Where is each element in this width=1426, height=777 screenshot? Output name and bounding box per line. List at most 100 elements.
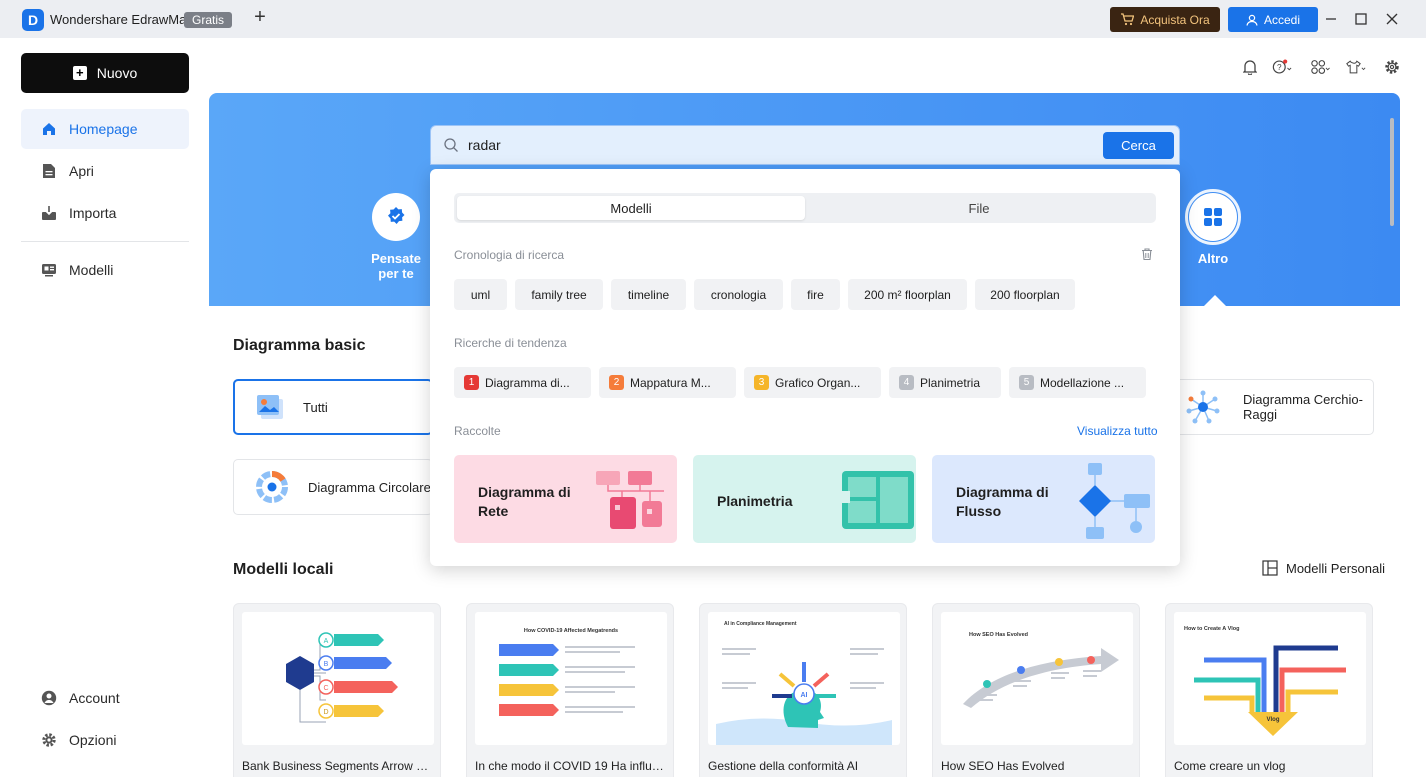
category-label: Pensate per te bbox=[371, 251, 421, 281]
sidebar-item-modelli[interactable]: Modelli bbox=[21, 250, 189, 290]
cart-icon bbox=[1121, 13, 1135, 26]
collection-title: Diagramma di Rete bbox=[478, 484, 571, 519]
tab-modelli[interactable]: Modelli bbox=[457, 196, 805, 220]
apps-icon[interactable] bbox=[1310, 57, 1330, 77]
search-input[interactable] bbox=[468, 134, 1088, 156]
maximize-icon[interactable] bbox=[1350, 8, 1372, 30]
buy-now-button[interactable]: Acquista Ora bbox=[1110, 7, 1220, 32]
collection-card-planimetria[interactable]: Planimetria bbox=[693, 455, 916, 543]
history-chip[interactable]: fire bbox=[791, 279, 840, 310]
sidebar-item-account[interactable]: Account bbox=[21, 678, 189, 718]
sidebar-item-label: Modelli bbox=[69, 262, 114, 278]
layout-icon bbox=[1262, 560, 1278, 576]
trending-label-text: Diagramma di... bbox=[485, 375, 570, 390]
sidebar-item-homepage[interactable]: Homepage bbox=[21, 109, 189, 149]
search-dropdown: Modelli File Cronologia di ricerca uml f… bbox=[430, 169, 1180, 566]
category-altro[interactable]: Altro bbox=[1178, 189, 1248, 266]
plan-badge: Gratis bbox=[184, 12, 233, 28]
rank-badge: 5 bbox=[1019, 375, 1034, 390]
shirt-theme-icon[interactable] bbox=[1346, 57, 1366, 77]
sidebar-divider bbox=[21, 241, 189, 242]
account-icon bbox=[41, 690, 57, 706]
basic-card-label: Tutti bbox=[303, 399, 328, 415]
new-tab-plus-icon[interactable]: + bbox=[250, 6, 270, 29]
thumb-covid-title: How COVID-19 Affected Megatrends bbox=[524, 628, 618, 634]
trash-icon[interactable] bbox=[1140, 247, 1154, 261]
template-title: Come creare un vlog bbox=[1174, 759, 1286, 773]
new-button[interactable]: + Nuovo bbox=[21, 53, 189, 93]
thumb-ai-badge: AI bbox=[801, 692, 808, 699]
trending-item[interactable]: 5 Modellazione ... bbox=[1009, 367, 1146, 398]
login-label: Accedi bbox=[1263, 12, 1301, 27]
template-card-vlog[interactable]: How to Create A Vlog Vlog Come creare un… bbox=[1165, 603, 1373, 777]
circular-diagram-icon bbox=[256, 470, 288, 503]
template-title: Gestione della conformità AI bbox=[708, 759, 859, 773]
plus-icon: + bbox=[72, 66, 87, 80]
trending-label-text: Modellazione ... bbox=[1040, 375, 1125, 390]
template-thumbnail: How to Create A Vlog Vlog bbox=[1174, 612, 1366, 745]
category-pensate-per-te[interactable]: Pensate per te bbox=[361, 193, 431, 281]
rank-badge: 2 bbox=[609, 375, 624, 390]
trending-item[interactable]: 1 Diagramma di... bbox=[454, 367, 591, 398]
sidebar-item-importa[interactable]: Importa bbox=[21, 193, 189, 233]
history-chip[interactable]: 200 floorplan bbox=[975, 279, 1075, 310]
svg-text:?: ? bbox=[1277, 63, 1282, 72]
template-card-bank[interactable]: A B C D Bank Business Segments Arrow Dia… bbox=[233, 603, 441, 777]
trending-item[interactable]: 3 Grafico Organ... bbox=[744, 367, 881, 398]
history-chip[interactable]: family tree bbox=[515, 279, 603, 310]
thumb-vlog-badge: Vlog bbox=[1267, 717, 1280, 723]
home-icon bbox=[41, 121, 57, 137]
altro-ring bbox=[1185, 189, 1241, 245]
personal-templates-button[interactable]: Modelli Personali bbox=[1262, 560, 1385, 576]
collection-card-flusso[interactable]: Diagramma di Flusso bbox=[932, 455, 1155, 543]
new-button-label: Nuovo bbox=[96, 65, 138, 81]
collections-label: Raccolte bbox=[454, 424, 501, 438]
sidebar-item-label: Importa bbox=[69, 205, 117, 221]
thumb-letter-d: D bbox=[323, 709, 328, 716]
template-thumbnail: AI in Compliance Management AI bbox=[708, 612, 900, 745]
template-thumbnail: A B C D bbox=[242, 612, 434, 745]
template-card-covid[interactable]: How COVID-19 Affected Megatrends In che … bbox=[466, 603, 674, 777]
template-card-ai[interactable]: AI in Compliance Management AI Gestione … bbox=[699, 603, 907, 777]
trending-item[interactable]: 4 Planimetria bbox=[889, 367, 1001, 398]
help-icon[interactable]: ? bbox=[1272, 57, 1292, 77]
template-title: In che modo il COVID 19 Ha influenzato l… bbox=[475, 759, 667, 773]
basic-card-cerchio-raggi[interactable]: Diagramma Cerchio-Raggi bbox=[1166, 379, 1374, 435]
title-bar: D Wondershare EdrawMax Gratis + Acquista… bbox=[0, 0, 1426, 38]
basic-card-label: Diagramma Circolare bbox=[308, 479, 431, 495]
buy-now-label: Acquista Ora bbox=[1140, 12, 1210, 27]
thumb-vlog-title: How to Create A Vlog bbox=[1184, 626, 1240, 632]
search-button[interactable]: Cerca bbox=[1103, 132, 1174, 159]
sidebar-item-label: Account bbox=[69, 690, 120, 706]
settings-icon[interactable] bbox=[1382, 57, 1402, 77]
scrollbar-thumb[interactable] bbox=[1390, 118, 1394, 226]
minimize-icon[interactable] bbox=[1320, 8, 1342, 30]
basic-card-tutti[interactable]: Tutti bbox=[233, 379, 433, 435]
view-all-link[interactable]: Visualizza tutto bbox=[1077, 424, 1158, 438]
history-chip[interactable]: 200 m² floorplan bbox=[848, 279, 967, 310]
collection-title: Planimetria bbox=[717, 493, 793, 509]
search-bar: Cerca bbox=[430, 125, 1180, 165]
login-button[interactable]: Accedi bbox=[1228, 7, 1318, 32]
template-card-seo[interactable]: How SEO Has Evolved How SEO Has Evolved bbox=[932, 603, 1140, 777]
search-scope-tabs: Modelli File bbox=[454, 193, 1156, 223]
trending-label-text: Grafico Organ... bbox=[775, 375, 861, 390]
user-icon bbox=[1246, 14, 1258, 26]
sidebar-item-opzioni[interactable]: Opzioni bbox=[21, 720, 189, 760]
history-chip[interactable]: uml bbox=[454, 279, 507, 310]
basic-card-circolare[interactable]: Diagramma Circolare bbox=[233, 459, 433, 515]
trending-item[interactable]: 2 Mappatura M... bbox=[599, 367, 736, 398]
collection-card-rete[interactable]: Diagramma di Rete bbox=[454, 455, 677, 543]
sidebar-item-apri[interactable]: Apri bbox=[21, 151, 189, 191]
history-chip[interactable]: cronologia bbox=[694, 279, 783, 310]
basic-diagram-title: Diagramma basic bbox=[233, 337, 366, 354]
rank-badge: 1 bbox=[464, 375, 479, 390]
history-chip[interactable]: timeline bbox=[611, 279, 686, 310]
close-icon[interactable] bbox=[1381, 8, 1403, 30]
floorplan-illustration-icon bbox=[842, 471, 914, 529]
rank-badge: 4 bbox=[899, 375, 914, 390]
bell-icon[interactable] bbox=[1240, 57, 1260, 77]
sidebar-item-label: Homepage bbox=[69, 121, 138, 137]
thumb-seo-title: How SEO Has Evolved bbox=[969, 632, 1028, 638]
tab-file[interactable]: File bbox=[805, 196, 1153, 220]
